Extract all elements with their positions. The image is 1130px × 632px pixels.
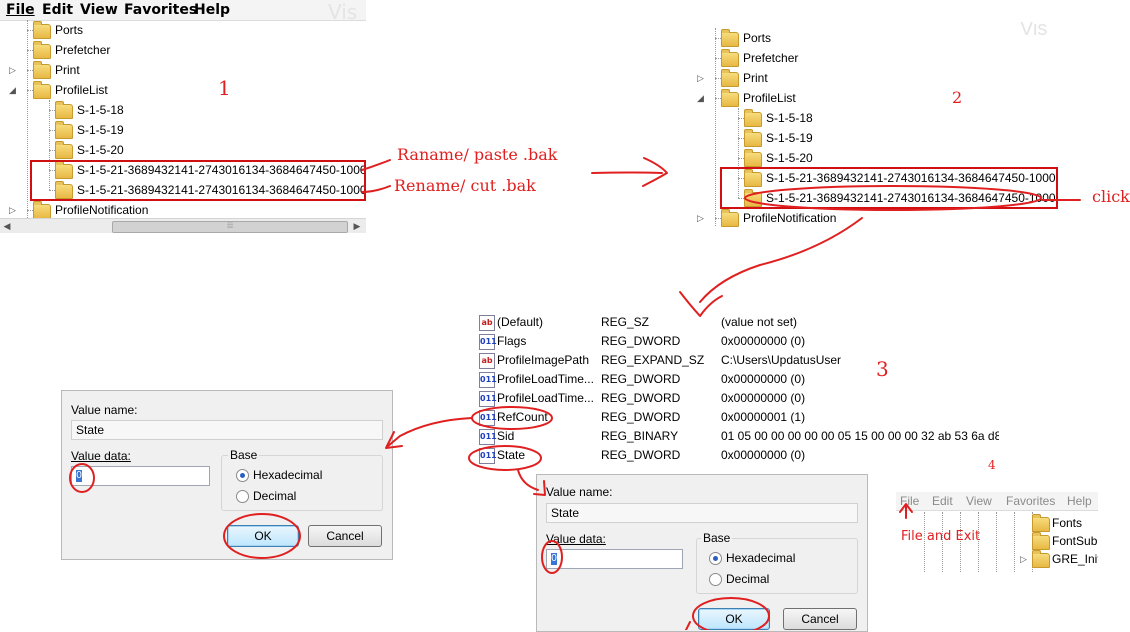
arrow-icon	[517, 469, 539, 491]
connector-stroke	[361, 159, 391, 171]
connector-stroke	[685, 621, 691, 630]
annotation-strokes	[69, 157, 1081, 630]
arrow-icon	[387, 417, 473, 447]
highlight-ellipse	[541, 540, 563, 574]
arrow-icon	[591, 171, 663, 174]
highlight-ellipse	[69, 463, 95, 493]
arrow-icon	[533, 480, 546, 496]
highlight-ellipse	[223, 513, 301, 559]
arrow-icon	[699, 217, 863, 303]
highlight-ellipse	[692, 597, 770, 630]
connector-stroke	[361, 185, 391, 193]
highlight-ellipse	[468, 445, 542, 471]
highlight-ellipse	[744, 185, 1042, 211]
highlight-ellipse	[471, 406, 553, 430]
arrow-icon	[679, 291, 723, 317]
